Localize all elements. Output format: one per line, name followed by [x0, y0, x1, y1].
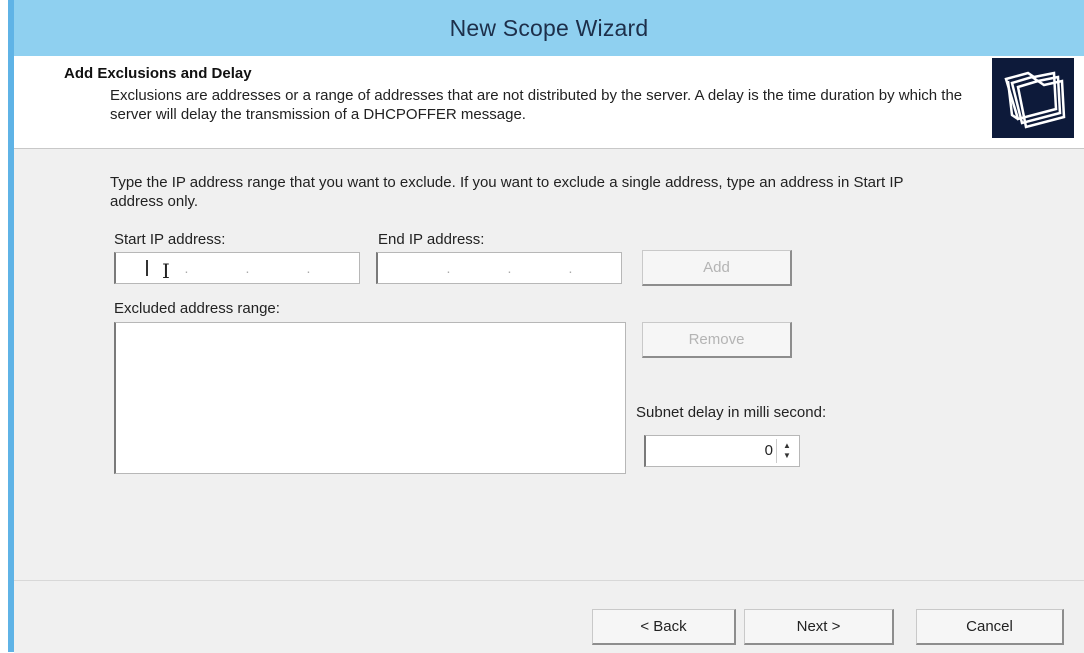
text-caret	[146, 260, 148, 276]
instructions-text: Type the IP address range that you want …	[110, 174, 904, 210]
wizard-content: Type the IP address range that you want …	[14, 149, 1084, 579]
subnet-delay-label: Subnet delay in milli second:	[636, 404, 827, 421]
end-ip-label: End IP address:	[378, 231, 485, 248]
start-ip-label: Start IP address:	[114, 231, 226, 248]
spin-up-icon[interactable]: ▲	[783, 441, 791, 451]
next-button[interactable]: Next >	[744, 609, 894, 645]
window-title: New Scope Wizard	[449, 14, 649, 41]
ibeam-cursor-icon: I	[162, 259, 170, 283]
page-title: Add Exclusions and Delay	[64, 65, 252, 82]
excluded-range-list[interactable]	[114, 322, 626, 474]
spin-down-icon[interactable]: ▼	[783, 451, 791, 461]
end-ip-input[interactable]: ...	[376, 252, 622, 284]
title-bar[interactable]: New Scope Wizard	[14, 0, 1084, 56]
wizard-header: Add Exclusions and Delay Exclusions are …	[14, 56, 1084, 149]
subnet-delay-spinner[interactable]: 0 ▲ ▼	[644, 435, 800, 467]
folders-icon	[992, 58, 1074, 138]
excluded-range-label: Excluded address range:	[114, 300, 280, 317]
wizard-footer: < Back Next > Cancel	[14, 580, 1084, 653]
back-button[interactable]: < Back	[592, 609, 736, 645]
start-ip-input[interactable]: I ...	[114, 252, 360, 284]
remove-button[interactable]: Remove	[642, 322, 792, 358]
add-button[interactable]: Add	[642, 250, 792, 286]
subnet-delay-value: 0	[764, 442, 773, 459]
cancel-button[interactable]: Cancel	[916, 609, 1064, 645]
page-description: Exclusions are addresses or a range of a…	[110, 87, 963, 123]
new-scope-wizard-window: New Scope Wizard Add Exclusions and Dela…	[8, 0, 1084, 653]
spinner-arrows[interactable]: ▲ ▼	[776, 439, 797, 463]
